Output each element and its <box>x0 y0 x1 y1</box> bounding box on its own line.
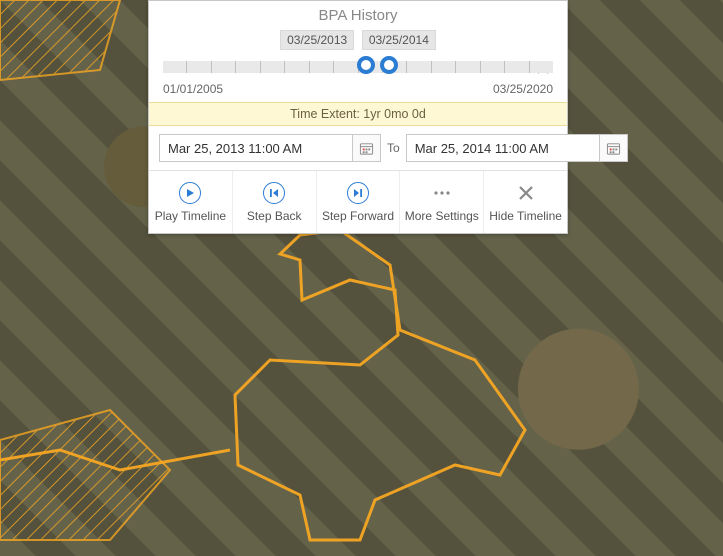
time-extent-bar: Time Extent: 1yr 0mo 0d <box>149 102 567 126</box>
range-start-badge: 03/25/2013 <box>280 30 354 50</box>
range-max-label: 03/25/2020 <box>493 82 553 96</box>
step-forward-icon <box>353 188 363 198</box>
close-icon <box>517 184 535 202</box>
step-back-button[interactable]: Step Back <box>233 171 317 233</box>
slider-range-labels: 01/01/2005 03/25/2020 <box>163 82 553 96</box>
range-end-badge: 03/25/2014 <box>362 30 436 50</box>
to-date-field[interactable] <box>406 134 628 162</box>
to-date-input[interactable] <box>407 135 599 161</box>
ellipsis-icon <box>431 182 453 204</box>
timeline-slider[interactable] <box>163 54 553 80</box>
calendar-icon <box>606 141 621 156</box>
from-date-input[interactable] <box>160 135 352 161</box>
time-slider-panel: BPA History 03/25/2013 03/25/2014 01/01/… <box>148 0 568 234</box>
range-min-label: 01/01/2005 <box>163 82 223 96</box>
step-back-icon <box>269 188 279 198</box>
play-icon <box>185 188 195 198</box>
from-date-picker-button[interactable] <box>352 135 380 161</box>
more-settings-label: More Settings <box>404 209 479 223</box>
play-button-label: Play Timeline <box>153 209 228 223</box>
hide-timeline-label: Hide Timeline <box>488 209 563 223</box>
step-forward-label: Step Forward <box>321 209 396 223</box>
slider-handle-end[interactable] <box>380 56 398 74</box>
calendar-icon <box>359 141 374 156</box>
hide-timeline-button[interactable]: Hide Timeline <box>484 171 567 233</box>
selected-date-badges: 03/25/2013 03/25/2014 <box>149 26 567 52</box>
panel-title: BPA History <box>149 1 567 26</box>
from-date-field[interactable] <box>159 134 381 162</box>
play-timeline-button[interactable]: Play Timeline <box>149 171 233 233</box>
step-forward-button[interactable]: Step Forward <box>317 171 401 233</box>
more-settings-button[interactable]: More Settings <box>400 171 484 233</box>
to-label: To <box>387 141 400 155</box>
slider-handle-start[interactable] <box>357 56 375 74</box>
to-date-picker-button[interactable] <box>599 135 627 161</box>
step-back-label: Step Back <box>237 209 312 223</box>
